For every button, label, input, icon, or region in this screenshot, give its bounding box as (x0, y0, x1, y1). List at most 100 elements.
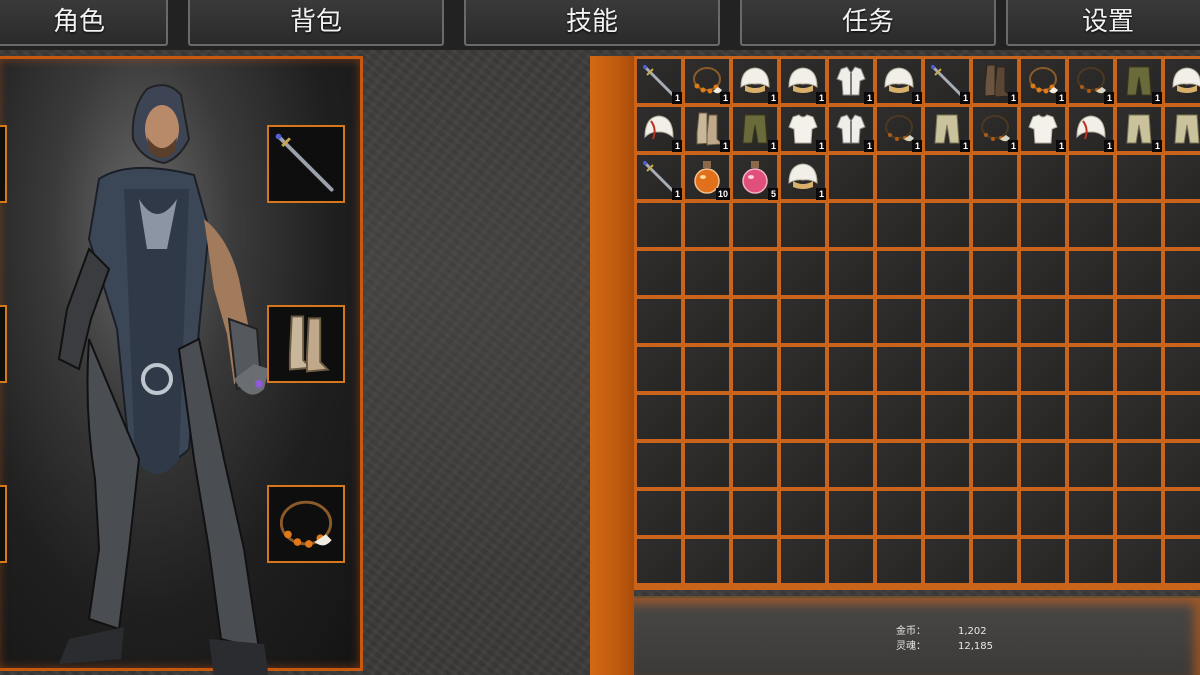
inventory-slot[interactable] (1165, 395, 1200, 439)
inventory-slot[interactable] (1021, 347, 1065, 391)
inventory-slot[interactable] (925, 155, 969, 199)
inventory-slot[interactable] (1117, 251, 1161, 295)
inventory-slot[interactable]: 1 (973, 59, 1018, 104)
inventory-slot[interactable] (685, 251, 729, 295)
equip-slot-left-top[interactable] (0, 125, 7, 203)
inventory-slot[interactable] (1165, 203, 1200, 247)
inventory-slot[interactable]: 1 (637, 59, 682, 104)
inventory-slot[interactable] (1021, 251, 1065, 295)
inventory-slot[interactable] (1021, 203, 1065, 247)
inventory-slot[interactable] (1021, 491, 1065, 535)
inventory-slot[interactable] (1069, 347, 1113, 391)
equip-slot-boots[interactable] (267, 305, 345, 383)
inventory-slot[interactable] (685, 443, 729, 487)
tab-skills[interactable]: 技能 (464, 0, 720, 46)
inventory-slot[interactable] (733, 443, 777, 487)
inventory-slot[interactable]: 1 (1069, 107, 1114, 152)
inventory-slot[interactable]: 1 (973, 107, 1018, 152)
inventory-slot[interactable] (1021, 155, 1065, 199)
inventory-slot[interactable] (925, 203, 969, 247)
inventory-slot[interactable] (1165, 155, 1200, 199)
inventory-slot[interactable] (829, 395, 873, 439)
inventory-slot[interactable] (1021, 539, 1065, 583)
inventory-slot[interactable] (1021, 443, 1065, 487)
inventory-slot[interactable]: 1 (829, 59, 874, 104)
inventory-slot[interactable] (1117, 539, 1161, 583)
tab-character[interactable]: 角色 (0, 0, 168, 46)
inventory-slot[interactable]: 1 (685, 107, 730, 152)
inventory-slot[interactable] (1165, 299, 1200, 343)
inventory-slot[interactable] (637, 299, 681, 343)
inventory-slot[interactable] (925, 395, 969, 439)
inventory-slot[interactable] (925, 299, 969, 343)
inventory-slot[interactable] (1117, 443, 1161, 487)
inventory-slot[interactable] (925, 491, 969, 535)
inventory-slot[interactable] (1165, 539, 1200, 583)
inventory-slot[interactable] (973, 491, 1017, 535)
inventory-slot[interactable]: 1 (637, 107, 682, 152)
inventory-slot[interactable]: 1 (1117, 59, 1162, 104)
inventory-slot[interactable] (637, 539, 681, 583)
inventory-slot[interactable] (781, 347, 825, 391)
inventory-slot[interactable] (1165, 443, 1200, 487)
inventory-slot[interactable] (781, 203, 825, 247)
inventory-slot[interactable]: 1 (1117, 107, 1162, 152)
inventory-slot[interactable]: 1 (781, 59, 826, 104)
inventory-slot[interactable] (973, 395, 1017, 439)
inventory-slot[interactable] (637, 347, 681, 391)
inventory-slot[interactable] (877, 491, 921, 535)
inventory-slot[interactable] (1117, 155, 1161, 199)
inventory-slot[interactable]: 1 (637, 155, 682, 200)
inventory-slot[interactable]: 1 (781, 107, 826, 152)
inventory-slot[interactable] (925, 443, 969, 487)
inventory-slot[interactable] (925, 347, 969, 391)
inventory-slot[interactable] (973, 347, 1017, 391)
inventory-slot[interactable] (829, 443, 873, 487)
inventory-slot[interactable] (1069, 203, 1113, 247)
inventory-slot[interactable] (1069, 395, 1113, 439)
inventory-slot[interactable] (637, 491, 681, 535)
inventory-slot[interactable] (973, 299, 1017, 343)
inventory-slot[interactable] (1117, 395, 1161, 439)
inventory-slot[interactable] (637, 443, 681, 487)
inventory-slot[interactable]: 1 (1021, 107, 1066, 152)
inventory-slot[interactable]: 1 (925, 59, 970, 104)
inventory-slot[interactable] (1069, 251, 1113, 295)
inventory-slot[interactable] (829, 539, 873, 583)
inventory-slot[interactable] (829, 203, 873, 247)
inventory-slot[interactable] (637, 395, 681, 439)
inventory-slot[interactable]: 1 (829, 107, 874, 152)
inventory-slot[interactable]: 1 (733, 107, 778, 152)
inventory-slot[interactable] (1117, 203, 1161, 247)
inventory-slot[interactable]: 1 (877, 59, 922, 104)
inventory-slot[interactable]: 1 (1165, 59, 1200, 103)
inventory-slot[interactable] (1117, 299, 1161, 343)
inventory-slot[interactable] (877, 539, 921, 583)
tab-quests[interactable]: 任务 (740, 0, 996, 46)
inventory-slot[interactable] (1165, 347, 1200, 391)
inventory-slot[interactable] (1117, 347, 1161, 391)
inventory-slot[interactable] (877, 251, 921, 295)
inventory-slot[interactable] (685, 539, 729, 583)
inventory-slot[interactable] (877, 155, 921, 199)
inventory-slot[interactable]: 1 (925, 107, 970, 152)
inventory-slot[interactable] (1021, 395, 1065, 439)
inventory-slot[interactable] (877, 443, 921, 487)
inventory-slot[interactable] (733, 251, 777, 295)
equip-slot-left-middle[interactable] (0, 305, 7, 383)
inventory-slot[interactable] (781, 395, 825, 439)
inventory-slot[interactable] (781, 539, 825, 583)
inventory-slot[interactable] (973, 155, 1017, 199)
inventory-slot[interactable] (637, 251, 681, 295)
inventory-slot[interactable] (685, 491, 729, 535)
inventory-slot[interactable] (1069, 155, 1113, 199)
inventory-slot[interactable] (973, 203, 1017, 247)
inventory-slot[interactable] (877, 347, 921, 391)
inventory-slot[interactable]: 1 (1069, 59, 1114, 104)
inventory-slot[interactable] (829, 299, 873, 343)
inventory-slot[interactable] (1069, 491, 1113, 535)
inventory-slot[interactable] (973, 539, 1017, 583)
tab-inventory[interactable]: 背包 (188, 0, 444, 46)
inventory-slot[interactable] (733, 539, 777, 583)
inventory-slot[interactable] (733, 347, 777, 391)
